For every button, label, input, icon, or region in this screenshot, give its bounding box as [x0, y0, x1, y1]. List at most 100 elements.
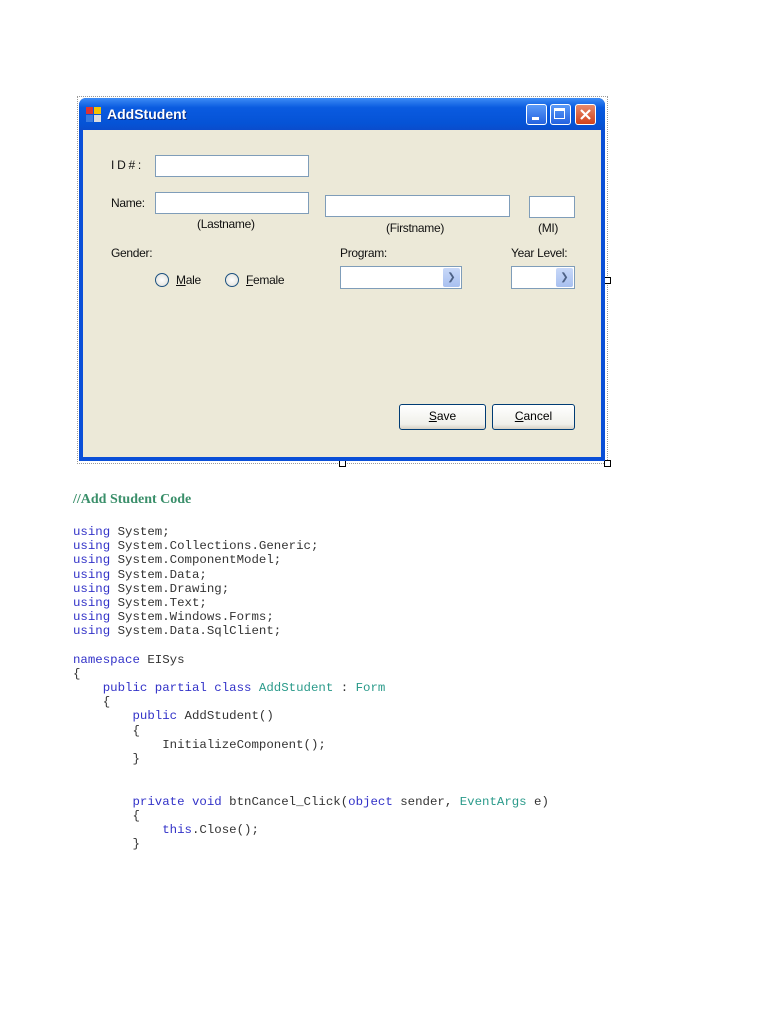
code-keyword: namespace	[73, 652, 140, 667]
code-text: sender,	[392, 794, 453, 809]
cancel-label: ancel	[523, 409, 553, 423]
save-access-key: S	[428, 409, 437, 423]
code-text: System.Text;	[110, 595, 207, 610]
year-level-combobox[interactable]: ❯	[511, 266, 575, 289]
code-line: }	[73, 837, 549, 851]
code-keyword: public	[132, 709, 178, 724]
code-text: {	[73, 723, 140, 738]
title-bar[interactable]: AddStudent	[79, 98, 605, 130]
code-keyword: private void	[132, 794, 222, 809]
lastname-caption: (Lastname)	[197, 217, 255, 231]
code-text: System.Data;	[110, 567, 207, 582]
female-label: Female	[246, 273, 285, 287]
code-line: }	[73, 752, 549, 766]
female-label-rest: emale	[253, 273, 285, 287]
code-line: using System.Drawing;	[73, 582, 549, 596]
code-keyword: using	[73, 581, 111, 596]
year-level-label: Year Level:	[511, 246, 568, 260]
code-text: InitializeComponent();	[73, 737, 326, 752]
code-text: {	[73, 666, 81, 681]
cancel-button[interactable]: Cancel	[492, 404, 575, 430]
code-text: .Close();	[191, 822, 259, 837]
maximize-icon	[554, 108, 565, 119]
program-label: Program:	[340, 246, 387, 260]
code-line: using System.Text;	[73, 596, 549, 610]
code-text: {	[73, 695, 111, 710]
document-page: AddStudent I D # : Name: (Lastname) (Fir…	[0, 0, 768, 1024]
code-line: {	[73, 809, 549, 823]
code-line: {	[73, 667, 549, 681]
resize-handle-right[interactable]	[604, 277, 611, 284]
window-title: AddStudent	[107, 106, 187, 122]
code-keyword: using	[73, 595, 111, 610]
code-text: System.Collections.Generic;	[110, 539, 319, 554]
code-keyword: using	[73, 553, 111, 568]
code-line: using System.Data.SqlClient;	[73, 624, 549, 638]
mi-input[interactable]	[529, 196, 575, 218]
code-keyword: using	[73, 525, 111, 539]
addstudent-window: AddStudent I D # : Name: (Lastname) (Fir…	[79, 98, 605, 461]
code-type: Form	[348, 681, 386, 696]
code-line: using System;	[73, 525, 549, 539]
code-line: InitializeComponent();	[73, 738, 549, 752]
male-access-key: M	[176, 273, 186, 287]
id-label: I D # :	[111, 158, 141, 172]
male-label-rest: ale	[185, 273, 201, 287]
code-keyword: this	[162, 822, 192, 837]
chevron-down-icon[interactable]: ❯	[556, 268, 573, 287]
app-icon	[86, 107, 101, 122]
code-text: System.Data.SqlClient;	[110, 624, 282, 639]
radio-circle-icon	[155, 273, 169, 287]
minimize-icon	[532, 117, 539, 120]
firstname-caption: (Firstname)	[386, 221, 445, 235]
section-heading: //Add Student Code	[73, 492, 192, 507]
code-line: using System.Windows.Forms;	[73, 610, 549, 624]
code-text: }	[73, 837, 140, 852]
form-client-area: I D # : Name: (Lastname) (Firstname) (MI…	[83, 130, 601, 457]
code-keyword: using	[73, 624, 111, 639]
code-line: namespace EISys	[73, 653, 549, 667]
code-line: public partial class AddStudent : Form	[73, 681, 549, 695]
male-label: Male	[176, 273, 201, 287]
code-keyword: using	[73, 567, 111, 582]
mi-caption: (MI)	[538, 221, 559, 235]
close-icon	[580, 109, 591, 120]
gender-label: Gender:	[111, 246, 153, 260]
code-text: EISys	[139, 652, 185, 667]
code-keyword: object	[348, 794, 393, 809]
code-text: {	[73, 808, 140, 823]
minimize-button[interactable]	[526, 104, 547, 125]
code-type: AddStudent	[251, 681, 334, 696]
maximize-button[interactable]	[550, 104, 571, 125]
code-line: {	[73, 724, 549, 738]
code-keyword: public partial class	[102, 681, 252, 696]
code-line: public AddStudent()	[73, 709, 549, 723]
code-block: using System; using System.Collections.Ge…	[73, 525, 549, 851]
code-text: System.Drawing;	[110, 581, 230, 596]
lastname-input[interactable]	[155, 192, 309, 214]
code-line: {	[73, 695, 549, 709]
code-text: e)	[526, 794, 549, 809]
program-combobox[interactable]: ❯	[340, 266, 462, 289]
code-text: btnCancel_Click(	[221, 794, 349, 809]
resize-handle-bottom[interactable]	[339, 460, 346, 467]
name-label: Name:	[111, 196, 145, 210]
resize-handle-corner[interactable]	[604, 460, 611, 467]
id-input[interactable]	[155, 155, 309, 177]
code-text: }	[73, 752, 140, 766]
code-text: System.Windows.Forms;	[110, 610, 274, 625]
code-type: EventArgs	[452, 794, 527, 809]
chevron-down-icon[interactable]: ❯	[443, 268, 460, 287]
code-keyword: using	[73, 539, 111, 554]
female-access-key: F	[246, 273, 254, 287]
close-button[interactable]	[575, 104, 596, 125]
save-label: ave	[436, 409, 457, 423]
radio-circle-icon	[225, 273, 239, 287]
save-button[interactable]: Save	[399, 404, 486, 430]
firstname-input[interactable]	[325, 195, 510, 217]
